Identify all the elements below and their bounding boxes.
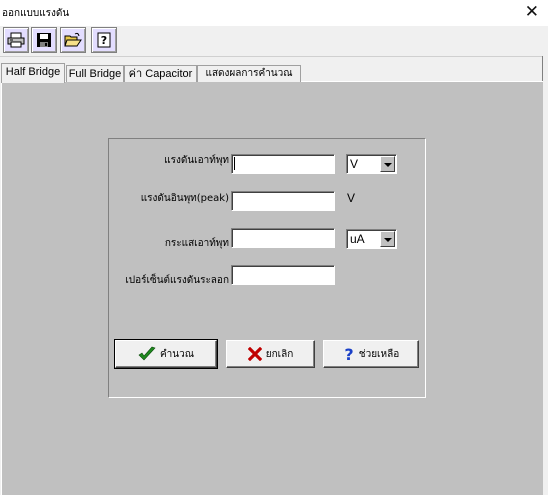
text-caret bbox=[234, 157, 235, 171]
help-icon: ? bbox=[97, 32, 111, 48]
tab-page-half-bridge: แรงดันเอาท์พุท V แรงดันอินพุท(peak) V กร… bbox=[1, 81, 543, 495]
output-current-input[interactable] bbox=[231, 228, 335, 248]
help-toolbar-button[interactable]: ? bbox=[91, 27, 117, 53]
ripple-percent-label: เปอร์เซ็นต์แรงดันระลอก bbox=[125, 275, 229, 286]
open-button[interactable] bbox=[60, 27, 86, 53]
output-current-label: กระแสเอาท์พุท bbox=[164, 238, 229, 249]
title-bar: ออกแบบแรงดัน ✕ bbox=[0, 0, 548, 26]
calculate-button[interactable]: คำนวณ bbox=[114, 339, 218, 369]
calculate-button-label: คำนวณ bbox=[159, 348, 195, 360]
close-icon[interactable]: ✕ bbox=[525, 2, 539, 22]
help-button-label: ช่วยเหลือ bbox=[358, 348, 400, 360]
checkmark-icon bbox=[138, 346, 156, 361]
toolbar: ? bbox=[0, 26, 542, 57]
chevron-down-icon[interactable] bbox=[380, 156, 395, 172]
print-button[interactable] bbox=[3, 27, 29, 53]
close-icon bbox=[247, 347, 262, 361]
tab-full-bridge[interactable]: Full Bridge bbox=[66, 65, 124, 82]
output-voltage-label: แรงดันเอาท์พุท bbox=[164, 155, 229, 166]
tab-calculation-results[interactable]: แสดงผลการคำนวณ bbox=[197, 65, 301, 82]
output-voltage-unit-select[interactable]: V bbox=[346, 154, 397, 174]
cancel-button[interactable]: ยกเลิก bbox=[226, 340, 315, 368]
print-icon bbox=[7, 32, 25, 48]
input-voltage-unit-label: V bbox=[347, 191, 356, 205]
svg-text:?: ? bbox=[344, 345, 353, 363]
save-icon bbox=[37, 33, 51, 47]
open-folder-icon bbox=[64, 32, 82, 47]
output-voltage-input[interactable] bbox=[231, 154, 335, 174]
window-title: ออกแบบแรงดัน bbox=[2, 8, 70, 19]
help-button[interactable]: ? ช่วยเหลือ bbox=[323, 340, 419, 368]
svg-text:?: ? bbox=[101, 34, 107, 47]
input-voltage-peak-label: แรงดันอินพุท(peak) bbox=[140, 193, 229, 204]
save-button[interactable] bbox=[31, 27, 57, 53]
cancel-button-label: ยกเลิก bbox=[265, 348, 294, 360]
chevron-down-icon[interactable] bbox=[380, 231, 395, 247]
input-voltage-peak-input[interactable] bbox=[231, 191, 335, 211]
question-mark-icon: ? bbox=[344, 345, 353, 363]
ripple-percent-input[interactable] bbox=[231, 265, 335, 285]
tab-capacitor[interactable]: ค่า Capacitor bbox=[124, 65, 197, 82]
input-panel: แรงดันเอาท์พุท V แรงดันอินพุท(peak) V กร… bbox=[108, 138, 426, 398]
tab-half-bridge[interactable]: Half Bridge bbox=[1, 63, 65, 83]
output-current-unit-select[interactable]: uA bbox=[346, 229, 397, 249]
